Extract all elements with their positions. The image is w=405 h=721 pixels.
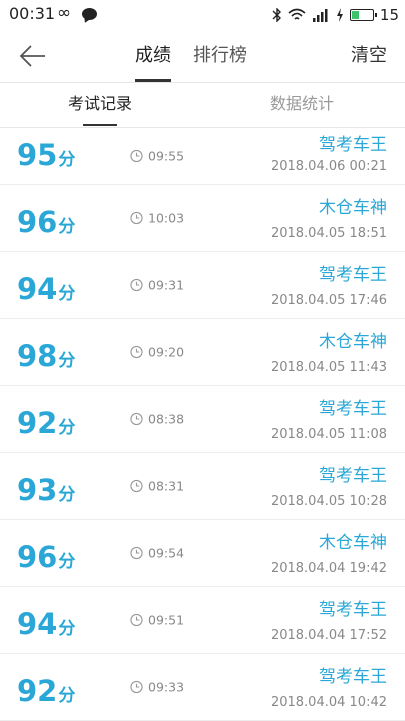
- list-item[interactable]: 92分 09:33 驾考车王 2018.04.04 10:42: [0, 654, 405, 721]
- user-name: 驾考车王: [319, 399, 387, 419]
- list-item[interactable]: 94分 09:31 驾考车王 2018.04.05 17:46: [0, 252, 405, 319]
- record-datetime: 2018.04.04 17:52: [270, 628, 387, 643]
- list-item[interactable]: 95分 09:55 驾考车王 2018.04.06 00:21: [0, 128, 405, 185]
- user-name: 木仓车神: [319, 332, 387, 352]
- score: 92分: [17, 406, 76, 440]
- score: 92分: [17, 674, 76, 708]
- list-item[interactable]: 93分 08:31 驾考车王 2018.04.05 10:28: [0, 453, 405, 520]
- bluetooth-icon: [272, 8, 281, 22]
- record-datetime: 2018.04.05 10:28: [270, 494, 387, 509]
- record-datetime: 2018.04.05 17:46: [270, 293, 387, 308]
- duration: 09:20: [130, 345, 184, 360]
- user-name: 驾考车王: [319, 466, 387, 486]
- user-name: 驾考车王: [319, 600, 387, 620]
- record-datetime: 2018.04.04 19:42: [270, 561, 387, 576]
- battery-level: 15: [379, 6, 399, 24]
- score: 94分: [17, 272, 76, 306]
- status-bar: 00:31 ∞ 15: [0, 0, 405, 30]
- charging-icon: [336, 8, 343, 22]
- infinity-icon: ∞: [57, 3, 72, 23]
- tab-exam-records[interactable]: 考试记录: [68, 83, 132, 126]
- duration: 09:55: [130, 149, 184, 164]
- duration: 08:31: [130, 479, 184, 494]
- duration: 09:54: [130, 546, 184, 561]
- clock-icon: [130, 546, 143, 560]
- score: 95分: [17, 138, 76, 172]
- record-datetime: 2018.04.06 00:21: [270, 159, 387, 174]
- status-time: 00:31: [9, 4, 56, 23]
- score: 93分: [17, 473, 76, 507]
- score: 96分: [17, 205, 76, 239]
- record-datetime: 2018.04.04 10:42: [270, 695, 387, 710]
- tab-data-statistics[interactable]: 数据统计: [270, 83, 334, 125]
- clock-icon: [130, 613, 143, 627]
- clock-icon: [130, 278, 143, 292]
- duration: 09:33: [130, 680, 184, 695]
- main-tabs: 成绩 排行榜: [135, 30, 247, 82]
- user-name: 驾考车王: [319, 667, 387, 687]
- exam-record-list: 95分 09:55 驾考车王 2018.04.06 00:21 96分 10:0…: [0, 128, 405, 721]
- clock-icon: [130, 479, 143, 493]
- status-icons: 15: [272, 4, 399, 26]
- duration: 10:03: [130, 211, 184, 226]
- user-name: 驾考车王: [319, 265, 387, 285]
- duration: 09:31: [130, 278, 184, 293]
- battery-icon: [349, 9, 377, 21]
- record-datetime: 2018.04.05 11:08: [270, 427, 387, 442]
- score: 94分: [17, 607, 76, 641]
- clear-button[interactable]: 清空: [351, 30, 387, 82]
- record-datetime: 2018.04.05 18:51: [270, 226, 387, 241]
- clock-icon: [130, 680, 143, 694]
- list-item[interactable]: 96分 10:03 木仓车神 2018.04.05 18:51: [0, 185, 405, 252]
- duration: 09:51: [130, 613, 184, 628]
- user-name: 木仓车神: [319, 198, 387, 218]
- list-item[interactable]: 92分 08:38 驾考车王 2018.04.05 11:08: [0, 386, 405, 453]
- tab-scores[interactable]: 成绩: [135, 30, 171, 82]
- wifi-icon: [288, 8, 306, 20]
- score: 96分: [17, 540, 76, 574]
- sub-tabs: 考试记录 数据统计: [0, 83, 405, 128]
- top-header: 成绩 排行榜 清空: [0, 30, 405, 83]
- user-name: 驾考车王: [319, 135, 387, 155]
- clock-icon: [130, 412, 143, 426]
- signal-icon: [312, 9, 328, 22]
- clock-icon: [130, 345, 143, 359]
- clock-icon: [130, 211, 143, 225]
- back-arrow-icon[interactable]: [18, 42, 48, 70]
- clock-icon: [130, 149, 143, 163]
- duration: 08:38: [130, 412, 184, 427]
- score: 98分: [17, 339, 76, 373]
- tab-ranking[interactable]: 排行榜: [193, 30, 247, 82]
- message-icon: [82, 8, 97, 20]
- list-item[interactable]: 96分 09:54 木仓车神 2018.04.04 19:42: [0, 520, 405, 587]
- list-item[interactable]: 94分 09:51 驾考车王 2018.04.04 17:52: [0, 587, 405, 654]
- user-name: 木仓车神: [319, 533, 387, 553]
- list-item[interactable]: 98分 09:20 木仓车神 2018.04.05 11:43: [0, 319, 405, 386]
- record-datetime: 2018.04.05 11:43: [270, 360, 387, 375]
